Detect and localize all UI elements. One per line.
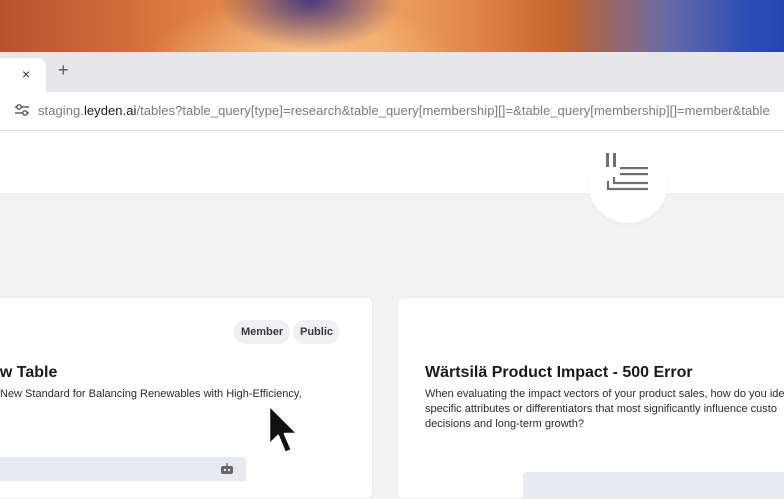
mouse-pointer-icon: [267, 403, 300, 455]
desktop-wallpaper: [0, 0, 784, 52]
browser-toolbar: staging.leyden.ai/tables?table_query[typ…: [0, 92, 784, 131]
active-tab[interactable]: ×: [0, 58, 46, 92]
url-path: /tables?table_query[type]=research&table…: [136, 103, 770, 118]
url-prefix: staging.: [38, 103, 84, 118]
card-description: New Standard for Balancing Renewables wi…: [0, 388, 302, 400]
tune-icon[interactable]: [14, 103, 30, 117]
reload-icon[interactable]: [0, 101, 6, 119]
logo-badge[interactable]: [588, 143, 668, 223]
browser-tab-bar: × +: [0, 52, 784, 92]
card-title: Wärtsilä Product Impact - 500 Error: [425, 364, 693, 381]
public-badge[interactable]: Public: [293, 320, 341, 344]
page-content: Member Public ew Table New Standard for …: [0, 131, 784, 499]
card-preview-bar: [523, 472, 784, 498]
robot-icon: [221, 463, 233, 474]
table-card[interactable]: Member Public ew Table New Standard for …: [0, 297, 373, 499]
table-card[interactable]: Wärtsilä Product Impact - 500 Error When…: [397, 297, 784, 499]
member-badge[interactable]: Member: [234, 320, 291, 344]
address-bar[interactable]: staging.leyden.ai/tables?table_query[typ…: [38, 103, 770, 118]
tab-close-icon[interactable]: ×: [22, 66, 30, 82]
card-title: ew Table: [0, 364, 58, 381]
leyden-logo-icon: [606, 153, 648, 191]
card-preview-bar: [0, 457, 246, 481]
url-host: leyden.ai: [83, 103, 137, 118]
card-description: When evaluating the impact vectors of yo…: [425, 388, 784, 430]
new-tab-button[interactable]: +: [58, 60, 69, 80]
